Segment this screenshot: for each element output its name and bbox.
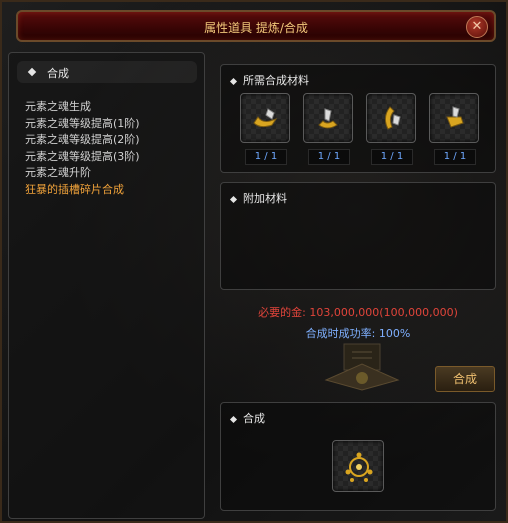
diamond-bullet-icon — [27, 67, 37, 77]
title-bar[interactable]: 属性道具 提炼/合成 ✕ — [16, 10, 496, 42]
material-slot[interactable] — [366, 93, 416, 143]
recipe-item[interactable]: 元素之魂升阶 — [25, 165, 205, 182]
recipe-item[interactable]: 元素之魂生成 — [25, 99, 205, 116]
recipe-item[interactable]: 元素之魂等级提高(1阶) — [25, 116, 205, 133]
window-frame: 属性道具 提炼/合成 ✕ 合成 元素之魂生成 元素之魂等级提高(1阶) 元素之魂… — [0, 0, 508, 523]
diamond-bullet-icon — [229, 77, 238, 85]
fragment-icon — [253, 108, 278, 128]
close-button[interactable]: ✕ — [466, 16, 488, 38]
recipe-item[interactable]: 元素之魂等级提高(3阶) — [25, 149, 205, 166]
fragment-icon — [318, 108, 338, 129]
fragment-icon — [384, 106, 401, 130]
required-materials-title: 所需合成材料 — [243, 74, 309, 87]
category-header-label: 合成 — [47, 67, 69, 80]
decorative-emblem-icon — [324, 343, 400, 391]
material-count: 1 / 1 — [308, 149, 350, 165]
result-title: 合成 — [243, 412, 265, 425]
material-count: 1 / 1 — [371, 149, 413, 165]
gold-required-text: 必要的金: 103,000,000(100,000,000) — [258, 306, 458, 319]
additional-materials-title: 附加材料 — [243, 192, 287, 205]
required-materials-header: 所需合成材料 — [229, 72, 309, 88]
fragment-icon — [446, 106, 464, 128]
socket-gem-icon — [345, 452, 373, 482]
additional-materials-header: 附加材料 — [229, 190, 287, 206]
craft-button[interactable]: 合成 — [435, 366, 495, 392]
category-header[interactable]: 合成 — [17, 61, 197, 83]
additional-materials-panel: 附加材料 — [220, 182, 496, 290]
material-slot[interactable] — [303, 93, 353, 143]
material-count: 1 / 1 — [434, 149, 476, 165]
recipe-category-panel: 合成 元素之魂生成 元素之魂等级提高(1阶) 元素之魂等级提高(2阶) 元素之魂… — [8, 52, 205, 519]
result-header: 合成 — [229, 410, 265, 426]
material-slot[interactable] — [429, 93, 479, 143]
diamond-bullet-icon — [229, 195, 238, 203]
material-slot[interactable] — [240, 93, 290, 143]
recipe-item-selected[interactable]: 狂暴的插槽碎片合成 — [25, 182, 205, 199]
close-icon: ✕ — [471, 19, 483, 34]
window-title: 属性道具 提炼/合成 — [204, 21, 308, 35]
result-slot[interactable] — [332, 440, 384, 492]
recipe-list: 元素之魂生成 元素之魂等级提高(1阶) 元素之魂等级提高(2阶) 元素之魂等级提… — [25, 99, 205, 198]
diamond-bullet-icon — [229, 415, 238, 423]
recipe-item[interactable]: 元素之魂等级提高(2阶) — [25, 132, 205, 149]
material-count: 1 / 1 — [245, 149, 287, 165]
